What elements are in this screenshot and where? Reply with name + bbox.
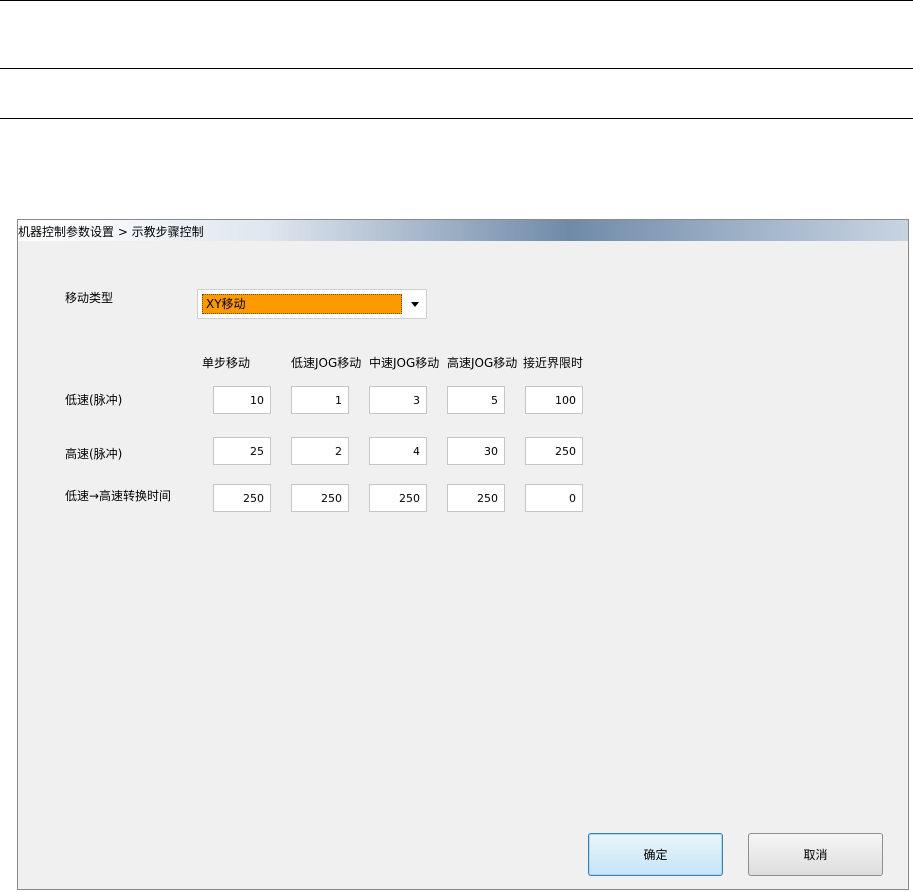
row-label-high-speed: 高速(脉冲) xyxy=(65,447,123,461)
chevron-down-icon[interactable] xyxy=(411,302,419,307)
top-rule xyxy=(0,0,913,1)
transition-mid-jog-field[interactable] xyxy=(369,484,427,512)
column-header-high-speed-jog: 高速JOG移动 xyxy=(447,356,518,370)
low-speed-mid-jog-field[interactable] xyxy=(369,386,427,414)
transition-single-step-field[interactable] xyxy=(213,484,271,512)
cancel-button[interactable]: 取消 xyxy=(748,833,883,876)
high-speed-high-jog-field[interactable] xyxy=(447,437,505,465)
dialog-title: 机器控制参数设置 > 示教步骤控制 xyxy=(18,225,204,239)
middle-rule xyxy=(0,68,913,69)
column-header-low-speed-jog: 低速JOG移动 xyxy=(291,356,362,370)
row-label-transition-time: 低速→高速转换时间 xyxy=(65,489,172,503)
column-header-single-step: 单步移动 xyxy=(202,356,251,370)
move-type-selected-value: XY移动 xyxy=(202,294,402,314)
move-type-select[interactable]: XY移动 xyxy=(197,289,427,319)
high-speed-mid-jog-field[interactable] xyxy=(369,437,427,465)
transition-low-jog-field[interactable] xyxy=(291,484,349,512)
teach-step-control-dialog: 机器控制参数设置 > 示教步骤控制 移动类型 XY移动 单步移动 低速JOG移动… xyxy=(17,219,909,890)
low-speed-low-jog-field[interactable] xyxy=(291,386,349,414)
upper-rule xyxy=(0,118,913,119)
high-speed-near-limit-field[interactable] xyxy=(525,437,583,465)
transition-high-jog-field[interactable] xyxy=(447,484,505,512)
low-speed-near-limit-field[interactable] xyxy=(525,386,583,414)
ok-button[interactable]: 确定 xyxy=(588,833,723,876)
column-header-near-limit: 接近界限时 xyxy=(523,356,584,370)
high-speed-low-jog-field[interactable] xyxy=(291,437,349,465)
title-bar: 机器控制参数设置 > 示教步骤控制 xyxy=(18,220,908,241)
row-label-low-speed: 低速(脉冲) xyxy=(65,393,123,407)
transition-near-limit-field[interactable] xyxy=(525,484,583,512)
low-speed-high-jog-field[interactable] xyxy=(447,386,505,414)
move-type-label: 移动类型 xyxy=(65,291,114,305)
dialog-body: 移动类型 XY移动 单步移动 低速JOG移动 中速JOG移动 高速JOG移动 接… xyxy=(18,241,908,889)
high-speed-single-step-field[interactable] xyxy=(213,437,271,465)
low-speed-single-step-field[interactable] xyxy=(213,386,271,414)
column-header-mid-speed-jog: 中速JOG移动 xyxy=(369,356,440,370)
